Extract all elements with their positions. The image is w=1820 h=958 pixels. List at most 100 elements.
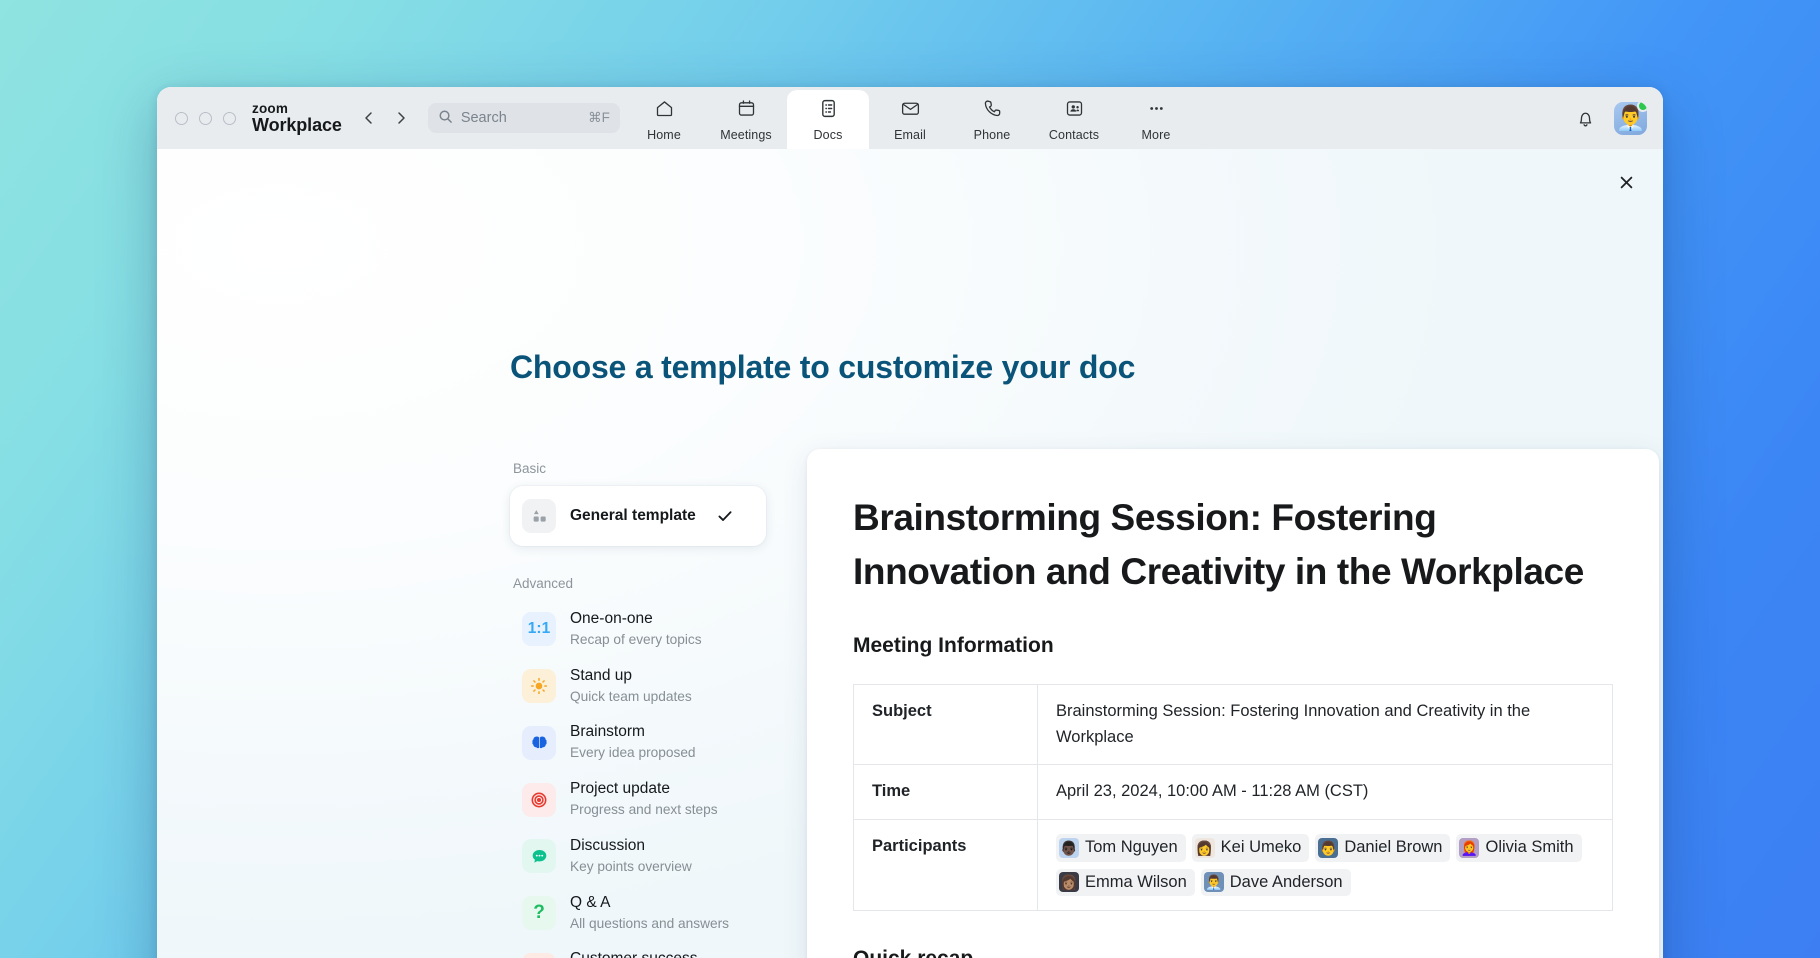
close-window-dot[interactable] (175, 112, 188, 125)
tab-phone[interactable]: Phone (951, 90, 1033, 149)
template-sidebar: Basic General template Advanced (510, 449, 766, 958)
tab-contacts[interactable]: Contacts (1033, 90, 1115, 149)
sidebar-item-customer-success[interactable]: Customer success Feedback and next steps (510, 941, 766, 958)
ribbon-award-icon (522, 953, 556, 958)
template-name: Q & A (570, 894, 729, 913)
template-text-block: Q & A All questions and answers (570, 894, 729, 933)
minimize-window-dot[interactable] (199, 112, 212, 125)
chat-bubble-icon (522, 839, 556, 873)
ellipsis-icon (1146, 98, 1167, 124)
sidebar-item-general-template[interactable]: General template (510, 486, 766, 546)
sidebar-item-stand-up[interactable]: Stand up Quick team updates (510, 658, 766, 715)
table-row: Time April 23, 2024, 10:00 AM - 11:28 AM… (854, 765, 1613, 820)
participant-avatar: 👩🏽 (1059, 872, 1079, 892)
participant-name: Tom Nguyen (1085, 835, 1178, 861)
sidebar-item-brainstorm[interactable]: Brainstorm Every idea proposed (510, 714, 766, 771)
list-item[interactable]: 👩 Kei Umeko (1192, 834, 1310, 862)
maximize-window-dot[interactable] (223, 112, 236, 125)
doc-icon (818, 98, 839, 124)
contacts-icon (1064, 98, 1085, 124)
sun-icon (522, 669, 556, 703)
participant-avatar: 👩‍🦰 (1459, 838, 1479, 858)
brand-zoom-text: zoom (252, 102, 342, 116)
list-item[interactable]: 👨🏿 Tom Nguyen (1056, 834, 1186, 862)
search-shortcut: ⌘F (588, 110, 610, 126)
list-item[interactable]: 👨 Daniel Brown (1315, 834, 1450, 862)
tab-label: Email (894, 128, 926, 142)
participant-chip-list: 👨🏿 Tom Nguyen 👩 Kei Umeko (1056, 834, 1594, 896)
document-preview-card[interactable]: Brainstorming Session: Fostering Innovat… (807, 449, 1659, 958)
table-cell-participants: 👨🏿 Tom Nguyen 👩 Kei Umeko (1038, 819, 1613, 910)
sidebar-item-one-on-one[interactable]: 1:1 One-on-one Recap of every topics (510, 601, 766, 658)
phone-icon (982, 98, 1003, 124)
table-cell-value: Brainstorming Session: Fostering Innovat… (1038, 685, 1613, 765)
tab-label: Contacts (1049, 128, 1099, 142)
template-desc: Quick team updates (570, 688, 692, 706)
window-controls[interactable] (175, 112, 236, 125)
sidebar-item-q-and-a[interactable]: ? Q & A All questions and answers (510, 885, 766, 942)
tab-home[interactable]: Home (623, 90, 705, 149)
participant-avatar: 👨‍💼 (1204, 872, 1224, 892)
template-text-block: Project update Progress and next steps (570, 780, 718, 819)
titlebar-right-actions: 👨‍💼 (1575, 102, 1647, 135)
group-label-basic: Basic (510, 461, 766, 476)
participant-avatar: 👨🏿 (1059, 838, 1079, 858)
template-text-block: Stand up Quick team updates (570, 667, 692, 706)
template-text-block: Brainstorm Every idea proposed (570, 723, 696, 762)
template-name: Discussion (570, 837, 692, 856)
group-label-advanced: Advanced (510, 576, 766, 591)
window-titlebar: zoom Workplace Search ⌘F (157, 87, 1663, 149)
template-text-block: Discussion Key points overview (570, 837, 692, 876)
tab-email[interactable]: Email (869, 90, 951, 149)
meeting-information-table: Subject Brainstorming Session: Fostering… (853, 684, 1613, 911)
back-arrow-icon[interactable] (356, 105, 382, 131)
target-icon (522, 783, 556, 817)
list-item[interactable]: 👩‍🦰 Olivia Smith (1456, 834, 1581, 862)
sidebar-item-discussion[interactable]: Discussion Key points overview (510, 828, 766, 885)
status-badge (1637, 102, 1647, 112)
template-name: Stand up (570, 667, 692, 686)
table-row: Participants 👨🏿 Tom Nguyen 👩 (854, 819, 1613, 910)
list-item[interactable]: 👩🏽 Emma Wilson (1056, 869, 1195, 897)
participant-avatar: 👨 (1318, 838, 1338, 858)
tab-more[interactable]: More (1115, 90, 1197, 149)
forward-arrow-icon[interactable] (388, 105, 414, 131)
list-item[interactable]: 👨‍💼 Dave Anderson (1201, 869, 1351, 897)
brand-workplace-text: Workplace (252, 116, 342, 134)
zoom-workplace-window: zoom Workplace Search ⌘F (157, 87, 1663, 958)
tab-label: Meetings (720, 128, 772, 142)
tile-glyph: ? (533, 902, 545, 924)
desktop-background: zoom Workplace Search ⌘F (0, 0, 1820, 958)
modal-content-columns: Basic General template Advanced (157, 449, 1663, 958)
template-name: One-on-one (570, 610, 702, 629)
template-desc: All questions and answers (570, 915, 729, 933)
tab-label: Phone (974, 128, 1011, 142)
template-text-block: General template (570, 507, 696, 526)
template-text-block: One-on-one Recap of every topics (570, 610, 702, 649)
calendar-icon (736, 98, 757, 124)
document-title: Brainstorming Session: Fostering Innovat… (853, 491, 1613, 598)
participant-name: Emma Wilson (1085, 870, 1187, 896)
sidebar-item-project-update[interactable]: Project update Progress and next steps (510, 771, 766, 828)
tab-meetings[interactable]: Meetings (705, 90, 787, 149)
tab-label: Docs (814, 128, 843, 142)
nav-arrows[interactable] (356, 105, 414, 131)
app-brand: zoom Workplace (252, 102, 342, 134)
bell-icon[interactable] (1575, 108, 1596, 129)
table-cell-key: Participants (854, 819, 1038, 910)
close-icon[interactable] (1611, 167, 1641, 197)
brain-icon (522, 726, 556, 760)
avatar[interactable]: 👨‍💼 (1614, 102, 1647, 135)
search-placeholder: Search (461, 110, 580, 126)
tab-docs[interactable]: Docs (787, 90, 869, 149)
search-input[interactable]: Search ⌘F (428, 103, 620, 133)
search-icon (438, 109, 453, 128)
main-nav-tabs[interactable]: Home Meetings Docs (623, 90, 1197, 149)
question-mark-icon: ? (522, 896, 556, 930)
participant-avatar: 👩 (1195, 838, 1215, 858)
tab-label: Home (647, 128, 681, 142)
table-cell-value: April 23, 2024, 10:00 AM - 11:28 AM (CST… (1038, 765, 1613, 820)
template-desc: Recap of every topics (570, 631, 702, 649)
template-name: Customer success (570, 950, 723, 958)
shapes-icon (522, 499, 556, 533)
